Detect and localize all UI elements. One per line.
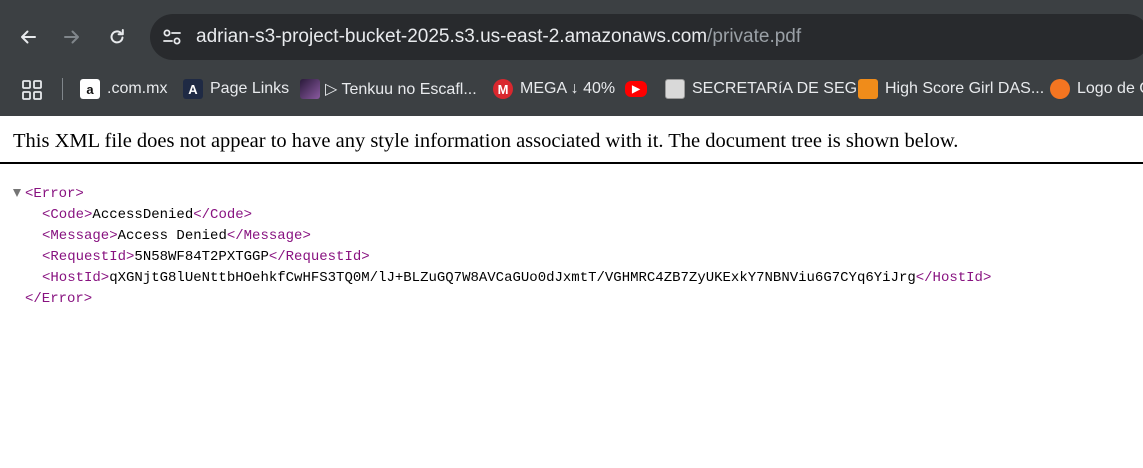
xml-tag: <Message> xyxy=(42,228,118,244)
site-info-icon[interactable] xyxy=(162,27,182,47)
forward-button[interactable] xyxy=(52,17,92,57)
manga-site-icon xyxy=(858,79,878,99)
bookmarks-bar: a .com.mx A Page Links ▷ Tenkuu no Escaf… xyxy=(0,73,1143,116)
amazon-icon: a xyxy=(80,79,100,99)
bookmark-high-score-girl[interactable]: High Score Girl DAS... xyxy=(858,75,1044,103)
page-links-icon: A xyxy=(183,79,203,99)
url-host: adrian-s3-project-bucket-2025.s3.us-east… xyxy=(196,26,708,47)
xml-value: 5N58WF84T2PXTGGP xyxy=(134,249,269,265)
apps-grid-icon[interactable] xyxy=(22,80,42,100)
xml-tag: </Code> xyxy=(193,207,253,223)
xml-value: qXGNjtG8lUeNttbHOehkfCwHFS3TQ0M/lJ+BLZuG… xyxy=(109,270,916,286)
bookmark-tenkuu[interactable]: ▷ Tenkuu no Escafl... xyxy=(300,75,477,103)
forward-arrow-icon xyxy=(64,30,79,44)
bookmark-label: Logo de C xyxy=(1077,80,1143,97)
url-path: /private.pdf xyxy=(707,26,802,47)
bookmark-label: Page Links xyxy=(210,80,290,97)
back-button[interactable] xyxy=(8,17,48,57)
xml-tag: </HostId> xyxy=(915,270,992,286)
xml-tag: <RequestId> xyxy=(42,249,135,265)
bookmark-youtube[interactable]: ▶ xyxy=(625,75,654,103)
bookmark-mega[interactable]: M MEGA ↓ 40% xyxy=(493,75,615,103)
bookmark-label: SECRETARíA DE SEG... xyxy=(692,80,871,97)
xml-value: AccessDenied xyxy=(92,207,194,223)
back-arrow-icon xyxy=(21,30,36,44)
address-bar[interactable]: adrian-s3-project-bucket-2025.s3.us-east… xyxy=(150,14,1143,60)
anime-thumbnail-icon xyxy=(300,79,320,99)
xml-element-requestid: <RequestId>5N58WF84T2PXTGGP</RequestId> xyxy=(42,247,370,268)
bookmark-label: .com.mx xyxy=(107,80,168,97)
reload-icon xyxy=(110,29,124,44)
bookmark-label: ▷ Tenkuu no Escafl... xyxy=(325,81,477,98)
browser-chrome: adrian-s3-project-bucket-2025.s3.us-east… xyxy=(0,0,1143,116)
xml-root-open: <Error> xyxy=(25,184,84,205)
xml-tag: </Error> xyxy=(25,291,93,307)
reload-button[interactable] xyxy=(97,17,137,57)
collapse-triangle-icon[interactable] xyxy=(13,189,21,197)
notice-divider xyxy=(0,162,1143,164)
bookmarks-separator xyxy=(62,78,63,100)
bookmark-crunchyroll[interactable]: Logo de C xyxy=(1050,75,1143,103)
xml-tag: </RequestId> xyxy=(268,249,370,265)
bookmark-page-links[interactable]: A Page Links xyxy=(183,75,289,103)
navigation-bar: adrian-s3-project-bucket-2025.s3.us-east… xyxy=(0,0,1143,73)
bookmark-amazon[interactable]: a .com.mx xyxy=(80,75,167,103)
bookmark-label: MEGA ↓ 40% xyxy=(520,80,616,97)
bookmark-secretaria[interactable]: SECRETARíA DE SEG... xyxy=(665,75,870,103)
bookmark-label: High Score Girl DAS... xyxy=(885,80,1045,97)
youtube-icon: ▶ xyxy=(625,81,647,97)
xml-element-hostid: <HostId>qXGNjtG8lUeNttbHOehkfCwHFS3TQ0M/… xyxy=(42,268,991,289)
xml-tag: </Message> xyxy=(226,228,311,244)
xml-element-message: <Message>Access Denied</Message> xyxy=(42,226,311,247)
xml-value: Access Denied xyxy=(117,228,227,244)
xml-tag: <HostId> xyxy=(42,270,110,286)
xml-element-code: <Code>AccessDenied</Code> xyxy=(42,205,252,226)
url-text[interactable]: adrian-s3-project-bucket-2025.s3.us-east… xyxy=(196,14,801,60)
crunchyroll-icon xyxy=(1050,79,1070,99)
government-seal-icon xyxy=(665,79,685,99)
xml-tag: <Code> xyxy=(42,207,93,223)
mega-icon: M xyxy=(493,79,513,99)
xml-root-close: </Error> xyxy=(25,289,92,310)
xml-tag: <Error> xyxy=(25,186,84,202)
xml-style-notice: This XML file does not appear to have an… xyxy=(13,130,959,152)
